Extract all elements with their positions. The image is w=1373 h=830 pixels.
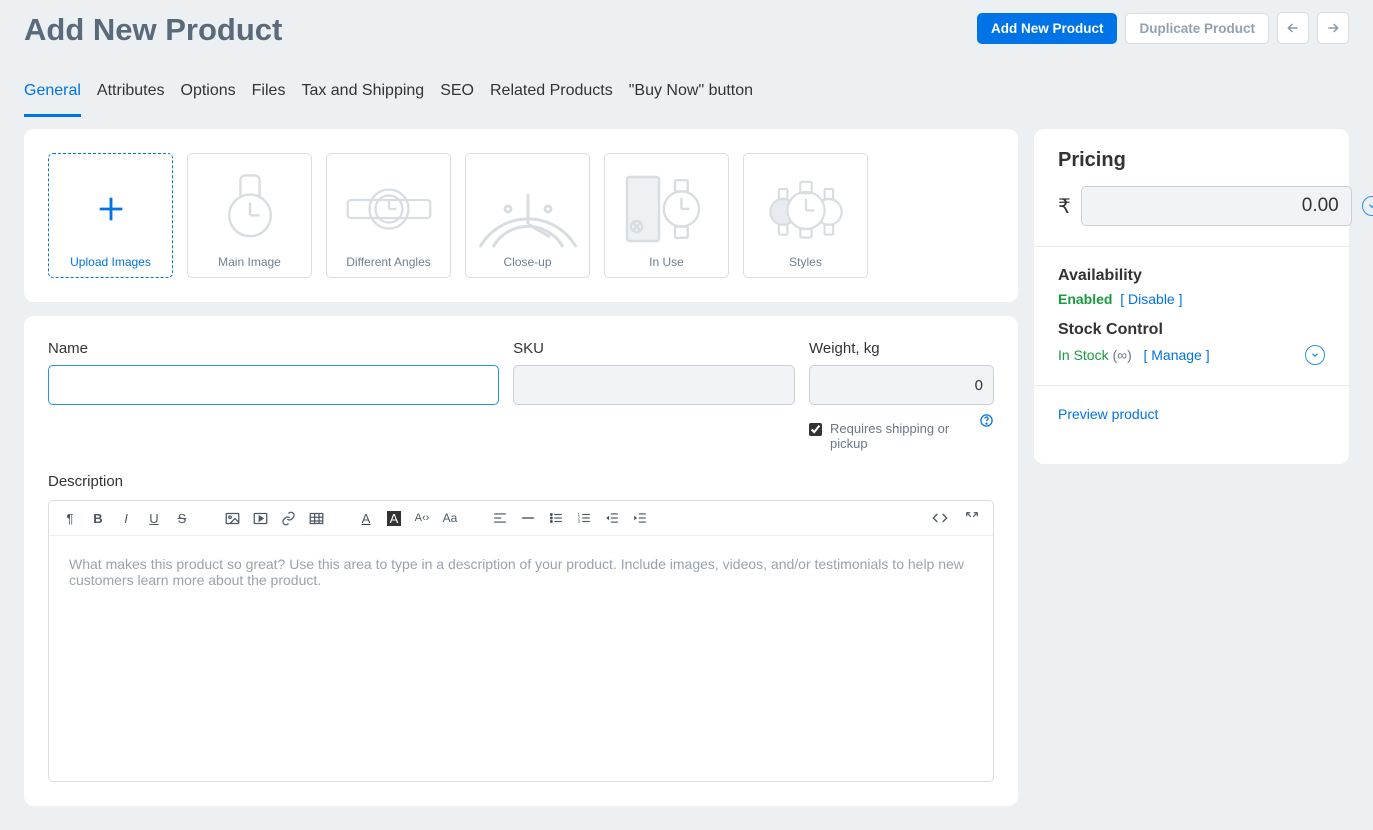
hr-icon[interactable] xyxy=(517,507,539,529)
svg-text:3: 3 xyxy=(578,519,581,524)
font-family-icon[interactable]: Aa xyxy=(439,507,461,529)
table-icon[interactable] xyxy=(305,507,327,529)
watch-collection-icon xyxy=(748,162,863,255)
slot-label: Styles xyxy=(789,255,822,269)
weight-input[interactable] xyxy=(809,365,994,405)
slot-label: Different Angles xyxy=(346,255,431,269)
image-slot-inuse[interactable]: In Use xyxy=(604,153,729,278)
ordered-list-icon[interactable]: 123 xyxy=(573,507,595,529)
duplicate-product-button[interactable]: Duplicate Product xyxy=(1125,13,1269,44)
price-input[interactable] xyxy=(1081,186,1352,226)
tab-options[interactable]: Options xyxy=(181,76,236,117)
arrow-right-icon xyxy=(1325,20,1341,36)
tab-attributes[interactable]: Attributes xyxy=(97,76,165,117)
watch-closeup-icon xyxy=(470,162,585,255)
image-slot-main[interactable]: Main Image xyxy=(187,153,312,278)
editor-toolbar: ¶ B I U S xyxy=(49,501,993,536)
tab-files[interactable]: Files xyxy=(252,76,286,117)
manage-stock-link[interactable]: [ Manage ] xyxy=(1143,347,1209,363)
availability-status: Enabled xyxy=(1058,291,1112,307)
slot-label: Close-up xyxy=(503,255,551,269)
name-label: Name xyxy=(48,340,499,357)
image-slot-closeup[interactable]: Close-up xyxy=(465,153,590,278)
description-editor: ¶ B I U S xyxy=(48,500,994,782)
images-panel: Upload Images Main Image xyxy=(24,129,1018,302)
name-input[interactable] xyxy=(48,365,499,405)
italic-icon[interactable]: I xyxy=(115,507,137,529)
next-product-button[interactable] xyxy=(1317,12,1349,44)
tab-seo[interactable]: SEO xyxy=(440,76,474,117)
stock-status: In Stock xyxy=(1058,347,1109,363)
outdent-icon[interactable] xyxy=(601,507,623,529)
expand-pricing-button[interactable] xyxy=(1362,196,1373,216)
product-tabs: General Attributes Options Files Tax and… xyxy=(24,76,1349,117)
stock-qty: (∞) xyxy=(1112,347,1131,363)
chevron-down-icon xyxy=(1310,350,1320,360)
fullscreen-icon[interactable] xyxy=(961,507,983,529)
tab-related-products[interactable]: Related Products xyxy=(490,76,613,117)
form-panel: Name SKU Weight, kg Requires shi xyxy=(24,316,1018,806)
help-icon[interactable] xyxy=(979,413,994,432)
bold-icon[interactable]: B xyxy=(87,507,109,529)
underline-icon[interactable]: U xyxy=(143,507,165,529)
tab-tax-shipping[interactable]: Tax and Shipping xyxy=(301,76,424,117)
tab-buy-now[interactable]: "Buy Now" button xyxy=(629,76,753,117)
disable-link[interactable]: [ Disable ] xyxy=(1120,291,1182,307)
currency-symbol: ₹ xyxy=(1058,194,1071,219)
video-icon[interactable] xyxy=(249,507,271,529)
description-label: Description xyxy=(48,473,994,490)
description-textarea[interactable]: What makes this product so great? Use th… xyxy=(49,536,993,781)
plus-icon xyxy=(94,192,128,226)
slot-label: Main Image xyxy=(218,255,281,269)
watch-wrist-icon xyxy=(609,162,724,255)
requires-shipping-checkbox[interactable] xyxy=(809,423,822,436)
image-icon[interactable] xyxy=(221,507,243,529)
image-slot-styles[interactable]: Styles xyxy=(743,153,868,278)
slot-label: In Use xyxy=(649,255,684,269)
image-slot-angles[interactable]: Different Angles xyxy=(326,153,451,278)
watch-band-icon xyxy=(331,162,446,255)
chevron-down-icon xyxy=(1367,201,1373,211)
watch-icon xyxy=(192,162,307,255)
sku-input[interactable] xyxy=(513,365,795,405)
link-icon[interactable] xyxy=(277,507,299,529)
pricing-heading: Pricing xyxy=(1058,149,1325,172)
requires-shipping-label: Requires shipping or pickup xyxy=(830,421,979,451)
code-view-icon[interactable] xyxy=(929,507,951,529)
availability-heading: Availability xyxy=(1058,267,1325,285)
upload-images-slot[interactable]: Upload Images xyxy=(48,153,173,278)
align-icon[interactable] xyxy=(489,507,511,529)
previous-product-button[interactable] xyxy=(1277,12,1309,44)
weight-label: Weight, kg xyxy=(809,340,994,357)
add-new-product-button[interactable]: Add New Product xyxy=(977,13,1118,44)
sku-label: SKU xyxy=(513,340,795,357)
paragraph-icon[interactable]: ¶ xyxy=(59,507,81,529)
arrow-left-icon xyxy=(1285,20,1301,36)
background-color-icon[interactable]: A xyxy=(383,507,405,529)
tab-general[interactable]: General xyxy=(24,76,81,117)
page-title: Add New Product xyxy=(24,12,282,48)
stock-heading: Stock Control xyxy=(1058,321,1325,339)
expand-stock-button[interactable] xyxy=(1305,345,1325,365)
text-color-icon[interactable]: A xyxy=(355,507,377,529)
requires-shipping-row[interactable]: Requires shipping or pickup xyxy=(809,421,979,451)
preview-product-link[interactable]: Preview product xyxy=(1058,406,1158,422)
unordered-list-icon[interactable] xyxy=(545,507,567,529)
strikethrough-icon[interactable]: S xyxy=(171,507,193,529)
indent-icon[interactable] xyxy=(629,507,651,529)
upload-images-label: Upload Images xyxy=(70,255,151,269)
clear-format-icon[interactable]: A‹› xyxy=(411,507,433,529)
sidebar-panel: Pricing ₹ Availability Enabled [ Disable… xyxy=(1034,129,1349,464)
